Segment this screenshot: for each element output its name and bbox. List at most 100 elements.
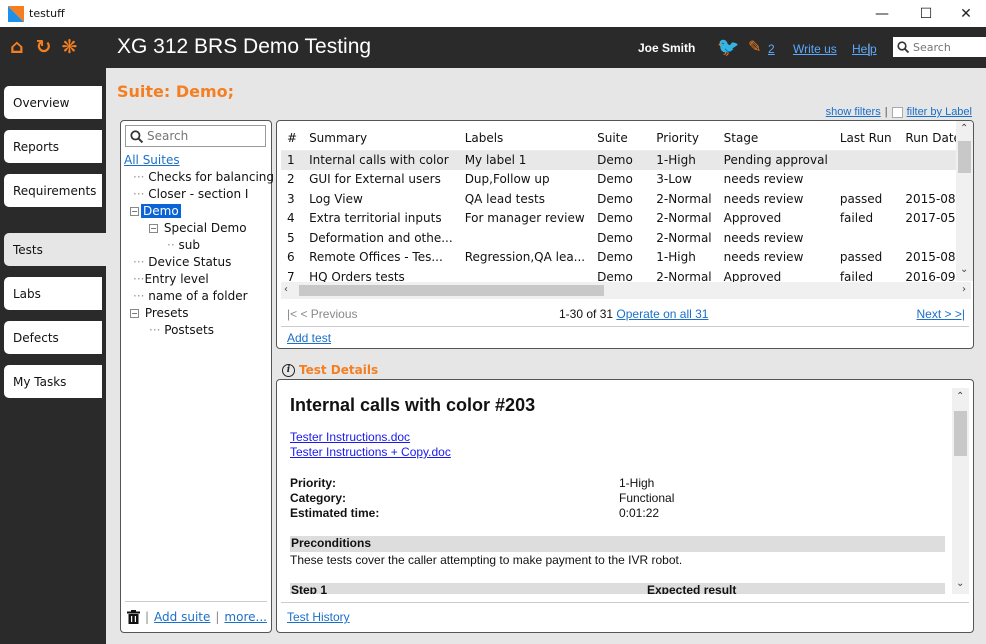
cell-number: 3 [287,191,295,206]
column-header-last-run[interactable]: Last Run [833,126,900,151]
tree-item-closer-section[interactable]: ··· Closer - section I [133,187,248,201]
nav-tests[interactable]: Tests [4,233,106,266]
test-title: Internal calls with color #203 [290,395,536,415]
pager-next[interactable]: Next > >| [917,307,965,321]
tree-item-postsets[interactable]: ··· Postsets [149,323,214,337]
table-row[interactable]: 6 Remote Offices - Tes... Regression,QA le… [281,248,973,268]
user-name[interactable]: Joe Smith [638,41,695,55]
cell-suite: Demo [591,150,651,170]
more-link[interactable]: more... [224,610,267,624]
tree-item-entry-level[interactable]: ···Entry level [133,272,209,286]
refresh-icon[interactable]: ↻ [36,38,52,57]
show-filters-link[interactable]: show filters [826,106,881,118]
workspace: Overview Reports Requirements Tests Labs… [0,68,986,644]
tree-item-demo[interactable]: − Demo [130,204,181,218]
category-value: Functional [619,491,675,505]
column-header-priority[interactable]: Priority [650,126,718,151]
add-test-link[interactable]: Add test [287,331,331,345]
pager-range: 1-30 of 31 [559,307,614,321]
cell-number: 2 [287,172,295,187]
nav-my-tasks[interactable]: My Tasks [4,365,102,398]
nav-requirements[interactable]: Requirements [4,174,102,207]
operate-on-all-link[interactable]: Operate on all 31 [616,307,708,321]
header-search-input[interactable] [913,40,983,54]
scroll-thumb[interactable] [958,141,971,173]
tree-search[interactable] [125,125,266,147]
tree-item-device-status[interactable]: ··· Device Status [133,255,231,269]
test-details-document: Internal calls with color #203 Tester In… [290,380,946,594]
filter-by-label-checkbox[interactable] [891,106,903,118]
cell-summary: Remote Offices - Tes... [309,250,443,265]
test-history-link[interactable]: Test History [287,610,350,624]
collapse-icon[interactable]: − [149,224,158,233]
scroll-left-icon[interactable]: ‹ [284,284,288,295]
cell-labels: Regression,QA lea... [464,250,586,265]
tree-item-presets[interactable]: − Presets [130,306,189,320]
cell-suite: Demo [597,230,633,245]
cell-labels: My label 1 [458,150,592,170]
bug-icon[interactable]: ❋ [62,38,78,57]
tree-item-name-of-folder[interactable]: ··· name of a folder [133,289,248,303]
nav-defects[interactable]: Defects [4,321,102,354]
pager-status: 1-30 of 31 Operate on all 31 [559,307,708,321]
cell-last-run: passed [839,191,883,206]
nav-labs[interactable]: Labs [4,277,102,310]
table-row[interactable]: 5 Deformation and othe... Demo 2-Normal need… [281,228,973,248]
attachment-link[interactable]: Tester Instructions + Copy.doc [290,445,451,459]
tree-item-sub[interactable]: ·· sub [167,238,200,252]
grid-horizontal-scrollbar[interactable]: ‹ › [281,282,971,299]
help-link[interactable]: Help [852,42,877,56]
column-header-stage[interactable]: Stage [717,126,834,151]
column-header-number[interactable]: # [281,126,304,151]
app-name: testuff [29,7,65,20]
cell-priority: 2-Normal [656,191,712,206]
scroll-right-icon[interactable]: › [962,284,966,295]
scroll-thumb[interactable] [954,411,967,456]
tree-item-checks-for-balancing[interactable]: ··· Checks for balancing [133,170,274,184]
table-row[interactable]: 4 Extra territorial inputs For manager rev… [281,209,973,229]
scroll-thumb[interactable] [299,285,604,296]
tree-item-label: Postsets [164,323,214,337]
scroll-down-icon[interactable]: ⌄ [956,578,964,589]
attachment-link[interactable]: Tester Instructions.doc [290,430,410,444]
tree-search-input[interactable] [147,129,257,143]
home-icon[interactable]: ⌂ [10,38,24,57]
estimated-time-label: Estimated time: [290,506,380,520]
all-suites-label[interactable]: All Suites [124,153,180,167]
scroll-up-icon[interactable]: ⌃ [960,123,968,134]
table-row[interactable]: 2 GUI for External users Dup,Follow up Demo… [281,170,973,190]
nav-overview[interactable]: Overview [4,86,102,119]
cell-last-run: passed [839,250,883,265]
table-row[interactable]: 3 Log View QA lead tests Demo 2-Normal needs … [281,189,973,209]
twitter-icon[interactable]: 🐦 [717,37,739,58]
close-button[interactable]: ✕ [946,0,986,27]
notification-icon[interactable]: ✎ [748,37,761,56]
notification-count[interactable]: 2 [768,42,775,56]
all-suites-link[interactable]: All Suites [124,153,180,167]
scroll-up-icon[interactable]: ⌃ [956,391,964,402]
details-vertical-scrollbar[interactable]: ⌃ ⌄ [952,388,969,594]
collapse-icon[interactable]: − [130,207,139,216]
test-details-label: Test Details [299,363,379,377]
cell-summary: GUI for External users [309,172,441,187]
table-row[interactable]: 1 Internal calls with color My label 1 Demo… [281,150,973,170]
column-header-suite[interactable]: Suite [591,126,651,151]
filter-by-label-link[interactable]: filter by Label [907,106,972,118]
nav-reports[interactable]: Reports [4,130,102,163]
scroll-down-icon[interactable]: ⌄ [960,264,968,275]
collapse-icon[interactable]: − [130,309,139,318]
minimize-button[interactable]: — [862,0,902,27]
test-details-heading: i Test Details [282,363,378,377]
maximize-button[interactable]: ☐ [906,0,946,27]
trash-icon[interactable] [127,610,140,624]
tree-item-special-demo[interactable]: − Special Demo [149,221,247,235]
write-us-link[interactable]: Write us [793,42,837,56]
pager-previous[interactable]: |< < Previous [287,307,358,321]
header-search[interactable] [893,37,986,57]
column-header-summary[interactable]: Summary [303,126,459,151]
grid-vertical-scrollbar[interactable]: ⌃ ⌄ [956,121,973,281]
table-header-row: # Summary Labels Suite Priority Stage La… [281,126,973,151]
cell-summary: Log View [309,191,363,206]
add-suite-link[interactable]: Add suite [154,610,210,624]
column-header-labels[interactable]: Labels [458,126,592,151]
